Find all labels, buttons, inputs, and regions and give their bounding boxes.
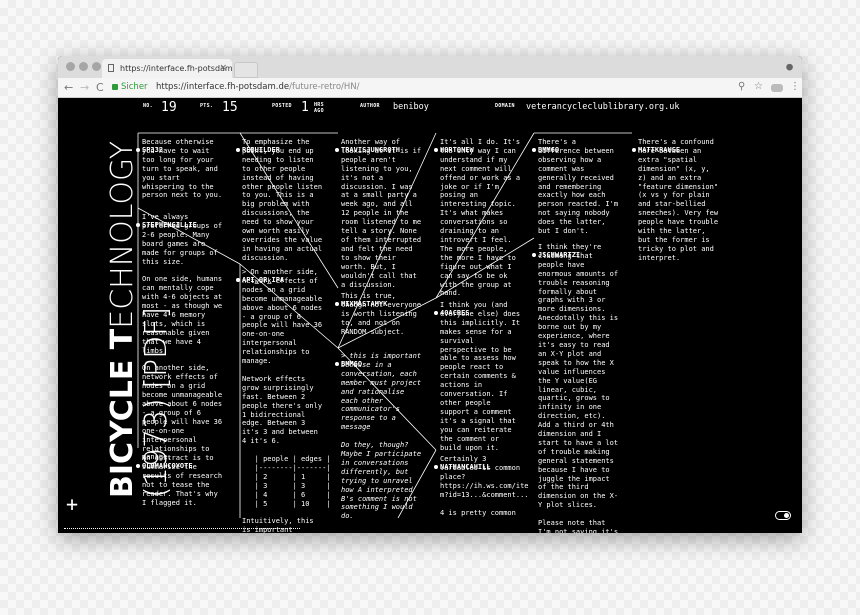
comment: OLDMANCOYOTE An abstract is to summarize… [136, 444, 222, 507]
ago-label: AGO [314, 108, 324, 114]
page-icon [108, 64, 114, 72]
comment: NATHANCAHILL Certainly 3 variables is co… [434, 445, 529, 517]
new-tab-button[interactable] [234, 62, 258, 78]
comment-text: There's a difference between observing h… [538, 138, 619, 236]
comment: JSCHWARTZI I think they're claiming that… [531, 233, 618, 533]
browser-tab[interactable]: https://interface.fh-potsdam.d × [102, 59, 232, 78]
comment-text: Another way of looking at it is if peopl… [341, 138, 422, 289]
domain-link[interactable]: veterancycleclublibrary.org.uk [526, 102, 680, 112]
author-link[interactable]: beniboy [393, 102, 429, 112]
page-content: NO. 19 PTS. 15 POSTED 1 HRS AGO AUTHOR b… [58, 98, 802, 533]
comment-text: > this is important because in a convers… [341, 352, 422, 521]
rank-value: 19 [161, 100, 177, 115]
comment: HORTONEW It's all I do. It's the only wa… [434, 128, 520, 297]
posted-label: POSTED [272, 103, 292, 109]
bookmark-star-icon[interactable]: ☆ [754, 81, 763, 92]
toggle-knob [784, 513, 789, 518]
search-icon[interactable]: ⚲ [738, 81, 745, 92]
close-window-icon[interactable] [66, 62, 75, 71]
lock-icon [112, 84, 118, 90]
extension-icon[interactable] [771, 84, 783, 92]
browser-window: https://interface.fh-potsdam.d × ● ← → C… [58, 56, 802, 533]
comment-text: This is true, though not everyone is wor… [341, 292, 422, 336]
comment-text: It's all I do. It's the only way I can u… [440, 138, 521, 298]
points-label: PTS. [200, 103, 214, 109]
comment: 40ACRES I think you (and everyone else) … [434, 291, 520, 452]
comment-text: There's a confound here between an extra… [638, 138, 719, 262]
tab-close-icon[interactable]: × [219, 59, 227, 78]
menu-icon[interactable]: ⋮ [790, 81, 800, 92]
url-host: https://interface.fh-potsdam.de [156, 82, 290, 92]
url-path: /future-retro/HN/ [289, 82, 360, 92]
address-bar: ← → C Sicher https://interface.fh-potsda… [58, 78, 802, 98]
tab-bar: https://interface.fh-potsdam.d × ● [58, 56, 802, 78]
comment: BMM6O There's a difference between obser… [531, 128, 618, 235]
security-label: Sicher [121, 82, 148, 92]
maximize-window-icon[interactable] [92, 62, 101, 71]
title-bold: BICYCLE T [105, 328, 140, 498]
comment-text: An abstract is to summarize the results … [142, 454, 223, 507]
comment-text: 4 is pretty common [440, 509, 516, 517]
comment: SP332 Because otherwise you have to wait… [135, 128, 222, 199]
profile-icon[interactable]: ● [783, 60, 796, 73]
author-label: AUTHOR [360, 103, 380, 109]
reload-icon[interactable]: C [96, 81, 104, 94]
comment: REBUILDER To emphasize the point, you en… [236, 128, 322, 262]
comment: MIXMASTAMYK This is true, though not eve… [334, 282, 421, 336]
theme-toggle[interactable] [775, 511, 791, 520]
comment: TRAVISJUNGROTH Another way of looking at… [334, 128, 421, 289]
forward-icon[interactable]: → [80, 81, 89, 94]
back-icon[interactable]: ← [64, 81, 73, 94]
comment-text: To emphasize the point, you end up needi… [242, 138, 323, 262]
comment-text: I think they're claiming that people hav… [538, 243, 619, 533]
comment: API_OR_IPA > On another side, network ef… [235, 258, 331, 533]
no-label: NO. [143, 103, 153, 109]
title-thin: ECHNOLOGY [105, 140, 140, 329]
url-field[interactable]: https://interface.fh-potsdam.de/future-r… [156, 82, 360, 92]
comment: MATTKRAUSE There's a confound here betwe… [631, 128, 718, 262]
expand-plus-button[interactable]: + [66, 494, 78, 514]
minimize-window-icon[interactable] [79, 62, 88, 71]
comment: STEPHENGILLIE I've always preferred grou… [136, 203, 222, 461]
comment-text: Because otherwise you have to wait too l… [142, 138, 223, 200]
comment: BMM6O > this is important because in a c… [334, 342, 421, 520]
comment-text: I've always preferred groups of 2-6 peop… [142, 213, 223, 462]
comment-text: > On another side, network effects of no… [242, 268, 331, 533]
comment-text: I think you (and everyone else) does thi… [440, 301, 521, 452]
tab-title: https://interface.fh-potsdam.d [120, 64, 232, 73]
points-value: 15 [222, 100, 238, 115]
comment-text: Certainly 3 variables is common place? h… [440, 455, 529, 499]
domain-label: DOMAIN [495, 103, 515, 109]
posted-value: 1 [301, 100, 309, 115]
